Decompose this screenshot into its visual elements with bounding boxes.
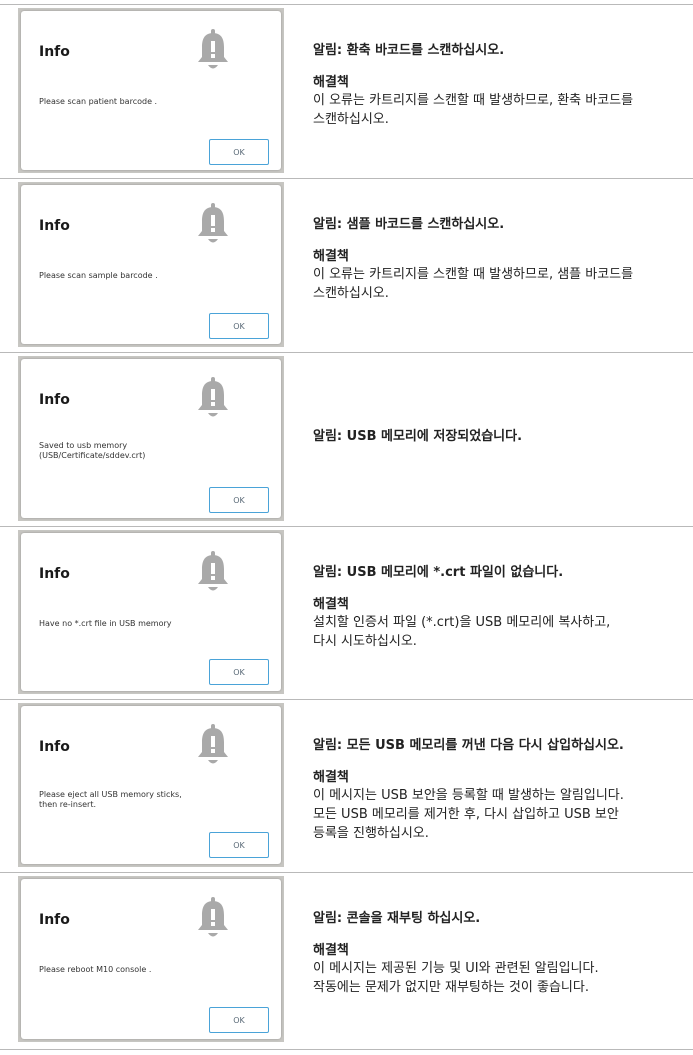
- info-dialog: Info Please scan sample barcode . OK: [21, 185, 281, 344]
- solution-line: 모든 USB 메모리를 제거한 후, 다시 삽입하고 USB 보안: [313, 807, 619, 822]
- info-dialog: Info Saved to usb memory (USB/Certificat…: [21, 359, 281, 518]
- dialog-title: Info: [39, 218, 70, 234]
- solution-text: 이 오류는 카트리지를 스캔할 때 발생하므로, 환축 바코드를 스캔하십시오.: [313, 91, 683, 129]
- ok-button[interactable]: OK: [209, 487, 269, 513]
- bell-icon: [198, 551, 228, 591]
- solution-heading: 해결책: [313, 75, 349, 90]
- dialog-title: Info: [39, 912, 70, 928]
- dialog-message: Please scan patient barcode .: [39, 97, 158, 106]
- description: 알림: 샘플 바코드를 스캔하십시오. 해결책 이 오류는 카트리지를 스캔할 …: [313, 216, 683, 303]
- dialog-title: Info: [39, 44, 70, 60]
- alert-title: 알림: 환축 바코드를 스캔하십시오.: [313, 43, 505, 58]
- message-row: Info Please scan sample barcode . OK 알림:…: [0, 178, 693, 352]
- solution-line: 스캔하십시오.: [313, 112, 389, 127]
- solution-text: 이 메시지는 제공된 기능 및 UI와 관련된 알림입니다. 작동에는 문제가 …: [313, 959, 683, 997]
- ok-button[interactable]: OK: [209, 313, 269, 339]
- solution-heading: 해결책: [313, 597, 349, 612]
- message-row: Info Have no *.crt file in USB memory OK…: [0, 526, 693, 699]
- solution-text: 이 오류는 카트리지를 스캔할 때 발생하므로, 샘플 바코드를 스캔하십시오.: [313, 265, 683, 303]
- solution-line: 이 메시지는 제공된 기능 및 UI와 관련된 알림입니다.: [313, 961, 599, 976]
- dialog-message: Saved to usb memory (USB/Certificate/sdd…: [39, 441, 146, 460]
- solution-line: 이 오류는 카트리지를 스캔할 때 발생하므로, 샘플 바코드를: [313, 267, 634, 282]
- solution-line: 등록을 진행하십시오.: [313, 826, 429, 841]
- dialog-title: Info: [39, 566, 70, 582]
- solution-line: 이 메시지는 USB 보안을 등록할 때 발생하는 알림입니다.: [313, 788, 624, 803]
- bell-icon: [198, 29, 228, 69]
- bell-icon: [198, 724, 228, 764]
- info-dialog: Info Have no *.crt file in USB memory OK: [21, 533, 281, 691]
- alert-title: 알림: 콘솔을 재부팅 하십시오.: [313, 911, 481, 926]
- dialog-screenshot: Info Please reboot M10 console . OK: [18, 876, 284, 1042]
- description: 알림: USB 메모리에 저장되었습니다.: [313, 428, 683, 446]
- info-dialog: Info Please eject all USB memory sticks,…: [21, 706, 281, 864]
- alert-title: 알림: 모든 USB 메모리를 꺼낸 다음 다시 삽입하십시오.: [313, 738, 624, 753]
- solution-heading: 해결책: [313, 943, 349, 958]
- description: 알림: 환축 바코드를 스캔하십시오. 해결책 이 오류는 카트리지를 스캔할 …: [313, 42, 683, 129]
- solution-heading: 해결책: [313, 770, 349, 785]
- solution-line: 설치할 인증서 파일 (*.crt)을 USB 메모리에 복사하고,: [313, 615, 611, 630]
- dialog-title: Info: [39, 739, 70, 755]
- solution-heading: 해결책: [313, 249, 349, 264]
- alert-title: 알림: 샘플 바코드를 스캔하십시오.: [313, 217, 505, 232]
- alert-title: 알림: USB 메모리에 *.crt 파일이 없습니다.: [313, 565, 564, 580]
- dialog-screenshot: Info Saved to usb memory (USB/Certificat…: [18, 356, 284, 521]
- bell-icon: [198, 377, 228, 417]
- dialog-message: Please eject all USB memory sticks, then…: [39, 790, 182, 809]
- info-dialog: Info Please reboot M10 console . OK: [21, 879, 281, 1039]
- dialog-screenshot: Info Please eject all USB memory sticks,…: [18, 703, 284, 867]
- message-row: Info Please eject all USB memory sticks,…: [0, 699, 693, 872]
- row-separator: [0, 1049, 693, 1050]
- bell-icon: [198, 897, 228, 937]
- message-row: Info Saved to usb memory (USB/Certificat…: [0, 352, 693, 526]
- dialog-message: Please scan sample barcode .: [39, 271, 158, 280]
- alert-title: 알림: USB 메모리에 저장되었습니다.: [313, 429, 523, 444]
- dialog-screenshot: Info Please scan patient barcode . OK: [18, 8, 284, 173]
- ok-button[interactable]: OK: [209, 832, 269, 858]
- description: 알림: USB 메모리에 *.crt 파일이 없습니다. 해결책 설치할 인증서…: [313, 564, 683, 651]
- solution-line: 스캔하십시오.: [313, 286, 389, 301]
- description: 알림: 모든 USB 메모리를 꺼낸 다음 다시 삽입하십시오. 해결책 이 메…: [313, 737, 683, 843]
- dialog-screenshot: Info Please scan sample barcode . OK: [18, 182, 284, 347]
- solution-line: 다시 시도하십시오.: [313, 634, 417, 649]
- dialog-message: Have no *.crt file in USB memory: [39, 619, 172, 628]
- description: 알림: 콘솔을 재부팅 하십시오. 해결책 이 메시지는 제공된 기능 및 UI…: [313, 910, 683, 997]
- message-row: Info Please scan patient barcode . OK 알림…: [0, 4, 693, 178]
- dialog-screenshot: Info Have no *.crt file in USB memory OK: [18, 530, 284, 694]
- ok-button[interactable]: OK: [209, 1007, 269, 1033]
- message-row: Info Please reboot M10 console . OK 알림: …: [0, 872, 693, 1049]
- solution-line: 작동에는 문제가 없지만 재부팅하는 것이 좋습니다.: [313, 980, 589, 995]
- dialog-message: Please reboot M10 console .: [39, 965, 152, 974]
- solution-line: 이 오류는 카트리지를 스캔할 때 발생하므로, 환축 바코드를: [313, 93, 634, 108]
- solution-text: 설치할 인증서 파일 (*.crt)을 USB 메모리에 복사하고, 다시 시도…: [313, 613, 683, 651]
- ok-button[interactable]: OK: [209, 139, 269, 165]
- dialog-title: Info: [39, 392, 70, 408]
- solution-text: 이 메시지는 USB 보안을 등록할 때 발생하는 알림입니다. 모든 USB …: [313, 786, 683, 843]
- info-dialog: Info Please scan patient barcode . OK: [21, 11, 281, 170]
- bell-icon: [198, 203, 228, 243]
- ok-button[interactable]: OK: [209, 659, 269, 685]
